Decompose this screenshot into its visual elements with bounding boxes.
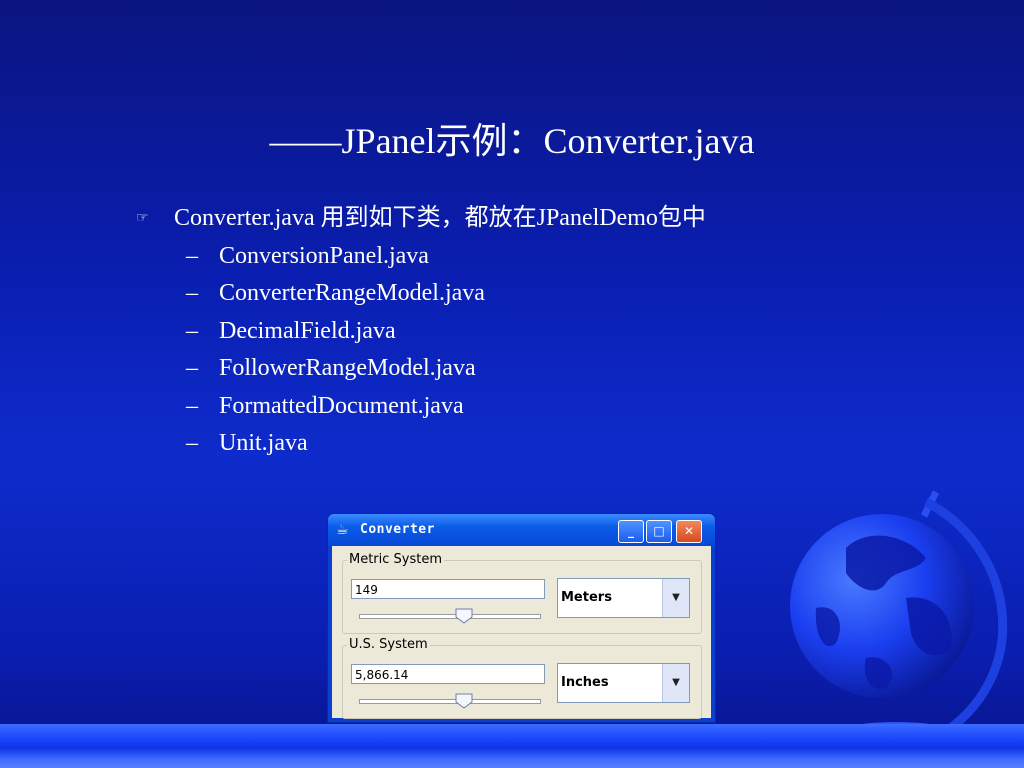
metric-unit-combo[interactable]: Meters ▼	[557, 578, 690, 618]
metric-slider[interactable]	[359, 608, 541, 626]
chevron-down-icon[interactable]: ▼	[662, 579, 689, 617]
maximize-button[interactable]: □	[646, 520, 672, 543]
sub-item: – Unit.java	[136, 425, 706, 463]
us-unit-value: Inches	[561, 675, 609, 690]
pointing-hand-icon: ☞	[136, 211, 149, 226]
metric-value-field[interactable]: 149	[351, 579, 545, 599]
sub-item: – FollowerRangeModel.java	[136, 350, 706, 388]
java-cup-icon: ☕	[336, 522, 349, 538]
title-bar[interactable]: ☕ Converter _ □ ✕	[328, 514, 715, 546]
dash-marker: –	[186, 392, 198, 419]
sub-item-text: ConverterRangeModel.java	[219, 280, 485, 306]
dash-marker: –	[186, 280, 198, 306]
globe-icon	[790, 490, 1008, 742]
us-value-field[interactable]: 5,866.14	[351, 664, 545, 684]
bullet-text: Converter.java 用到如下类，都放在JPanelDemo包中	[174, 205, 706, 231]
dash-marker: –	[186, 242, 198, 269]
slider-thumb[interactable]	[455, 608, 473, 624]
slider-track	[359, 699, 541, 704]
slide-title: ——JPanel示例：Converter.java	[269, 121, 755, 161]
us-slider[interactable]	[359, 693, 541, 711]
sub-item-text: Unit.java	[219, 430, 308, 456]
slide: ——JPanel示例：Converter.java ☞ Converter.ja…	[0, 0, 1024, 768]
sub-item-text: FollowerRangeModel.java	[219, 355, 476, 381]
close-button[interactable]: ✕	[676, 520, 702, 543]
slider-thumb[interactable]	[455, 693, 473, 709]
metric-system-panel: Metric System 149 Meters ▼	[342, 552, 702, 634]
sub-item: – FormattedDocument.java	[136, 388, 706, 426]
sub-item: – ConverterRangeModel.java	[136, 275, 706, 313]
sub-item: – DecimalField.java	[136, 313, 706, 351]
bullet-list: ☞ Converter.java 用到如下类，都放在JPanelDemo包中 –…	[136, 200, 706, 463]
window-title: Converter	[360, 522, 435, 537]
us-system-label: U.S. System	[347, 637, 430, 652]
sub-item: – ConversionPanel.java	[136, 238, 706, 276]
slider-track	[359, 614, 541, 619]
bullet-item: ☞ Converter.java 用到如下类，都放在JPanelDemo包中	[136, 200, 706, 238]
sub-item-text: DecimalField.java	[219, 317, 396, 344]
chevron-down-icon[interactable]: ▼	[662, 664, 689, 702]
metric-unit-value: Meters	[561, 590, 612, 605]
dash-marker: –	[186, 317, 198, 344]
us-unit-combo[interactable]: Inches ▼	[557, 663, 690, 703]
dash-marker: –	[186, 355, 198, 381]
sub-item-text: ConversionPanel.java	[219, 242, 429, 269]
sub-item-text: FormattedDocument.java	[219, 392, 464, 419]
window-content: Metric System 149 Meters ▼ U.S. System 5…	[332, 546, 711, 719]
metric-system-label: Metric System	[347, 552, 445, 567]
us-system-panel: U.S. System 5,866.14 Inches ▼	[342, 637, 702, 719]
minimize-button[interactable]: _	[618, 520, 644, 543]
converter-window[interactable]: ☕ Converter _ □ ✕ Metric System 149 Mete…	[327, 513, 716, 723]
dash-marker: –	[186, 430, 198, 456]
bottom-bar	[0, 724, 1024, 768]
